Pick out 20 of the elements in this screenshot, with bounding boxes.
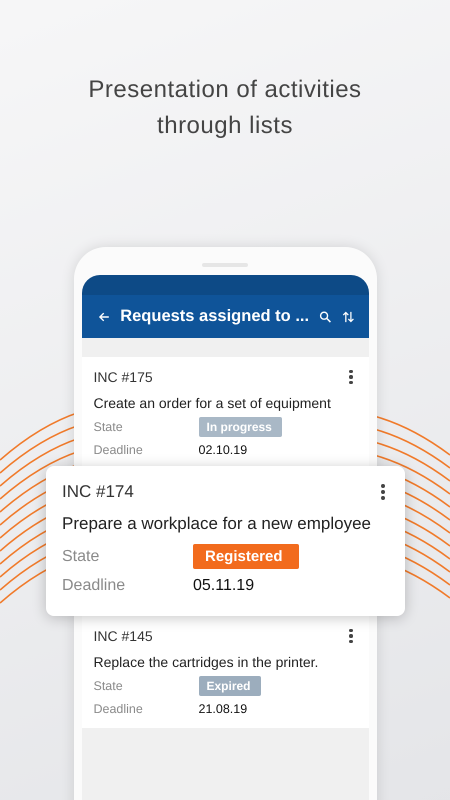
headline: Presentation of activities through lists <box>87 75 363 141</box>
deadline-value: 05.11.19 <box>193 577 256 595</box>
request-id: INC #175 <box>94 369 153 385</box>
status-tag: Expired <box>198 676 261 696</box>
status-tag: Registered <box>193 544 299 569</box>
screen-title: Requests assigned to ... <box>120 307 310 326</box>
request-id: INC #174 <box>62 482 134 502</box>
field-label: State <box>62 548 100 566</box>
field-label: Deadline <box>94 702 144 716</box>
deadline-value: 21.08.19 <box>198 702 248 716</box>
request-id: INC #145 <box>94 628 153 644</box>
request-title: Replace the cartridges in the printer. <box>94 654 320 670</box>
field-label: State <box>94 679 124 693</box>
field-label: State <box>94 420 124 434</box>
request-title: Create an order for a set of equipment <box>94 395 332 411</box>
field-label: Deadline <box>94 443 144 457</box>
field-label: Deadline <box>62 577 126 595</box>
status-tag: In progress <box>198 417 282 437</box>
deadline-value: 02.10.19 <box>198 443 248 457</box>
request-title: Prepare a workplace for a new employee <box>62 514 372 534</box>
